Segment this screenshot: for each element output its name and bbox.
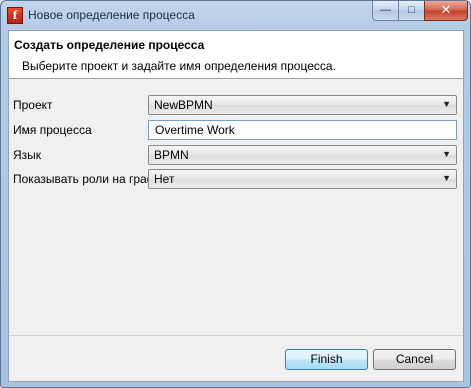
- close-icon: ✕: [440, 2, 452, 17]
- chevron-down-icon: ▼: [442, 99, 451, 109]
- show-roles-select[interactable]: Нет ▼: [148, 169, 457, 189]
- dialog-window: f Новое определение процесса — □ ✕ Созда…: [0, 0, 471, 388]
- chevron-down-icon: ▼: [442, 149, 451, 159]
- project-select[interactable]: NewBPMN ▼: [148, 95, 457, 115]
- minimize-button[interactable]: —: [372, 1, 399, 21]
- app-icon: f: [7, 7, 23, 24]
- language-select[interactable]: BPMN ▼: [148, 145, 457, 165]
- maximize-icon: □: [408, 4, 415, 16]
- close-button[interactable]: ✕: [424, 1, 468, 21]
- project-label: Проект: [13, 98, 53, 112]
- process-name-input[interactable]: [148, 120, 457, 140]
- language-select-value: BPMN: [154, 148, 189, 162]
- window-title: Новое определение процесса: [28, 8, 195, 22]
- finish-button[interactable]: Finish: [285, 349, 368, 370]
- header-description: Выберите проект и задайте имя определени…: [22, 59, 336, 73]
- minimize-icon: —: [380, 4, 391, 16]
- header-divider: [9, 78, 463, 79]
- cancel-button[interactable]: Cancel: [373, 349, 456, 370]
- maximize-button[interactable]: □: [398, 1, 425, 21]
- show-roles-label: Показывать роли на графе: [13, 172, 164, 186]
- wizard-header: Создать определение процесса Выберите пр…: [9, 31, 463, 78]
- chevron-down-icon: ▼: [442, 173, 451, 183]
- title-bar[interactable]: f Новое определение процесса — □ ✕: [1, 1, 470, 29]
- dialog-content: Создать определение процесса Выберите пр…: [8, 30, 464, 382]
- language-label: Язык: [13, 148, 42, 162]
- show-roles-select-value: Нет: [154, 172, 175, 186]
- button-bar-divider: [9, 335, 463, 336]
- header-title: Создать определение процесса: [14, 38, 205, 52]
- process-name-label: Имя процесса: [13, 123, 92, 137]
- project-select-value: NewBPMN: [154, 98, 213, 112]
